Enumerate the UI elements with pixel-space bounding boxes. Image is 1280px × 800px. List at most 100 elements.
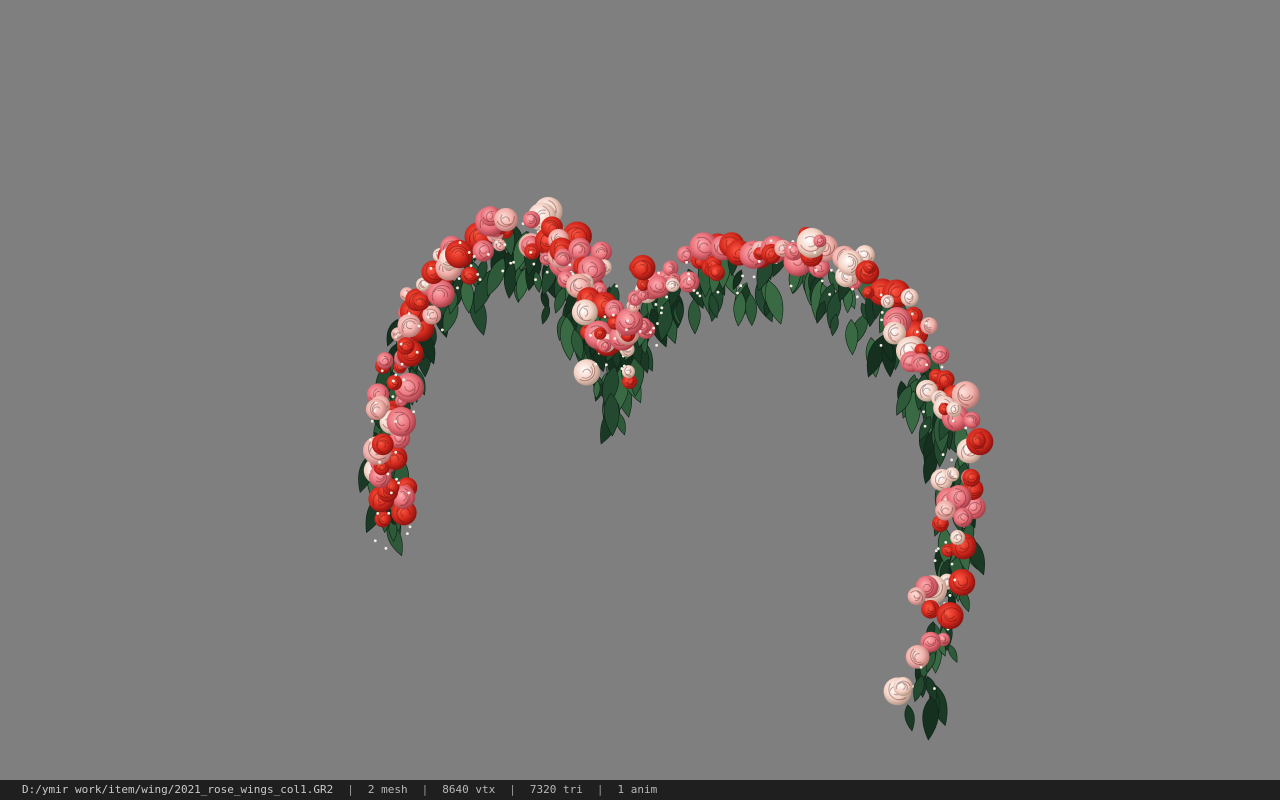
filler-flower [660, 306, 664, 310]
rose [708, 264, 725, 282]
filler-flower [879, 293, 883, 297]
filler-flower [851, 287, 854, 291]
filler-flower [386, 472, 390, 476]
filler-flower [503, 243, 507, 247]
filler-flower [476, 272, 480, 276]
filler-flower [594, 362, 598, 366]
filler-flower [389, 491, 393, 495]
rose [962, 468, 981, 487]
filler-flower [534, 278, 537, 282]
rose [594, 327, 607, 340]
filler-flower [692, 289, 696, 292]
mesh-count: 2 mesh [367, 783, 408, 796]
leaf [541, 304, 551, 325]
filler-flower [941, 453, 945, 456]
filler-flower [736, 291, 739, 295]
filler-flower [425, 282, 429, 286]
filler-flower [486, 253, 490, 256]
filler-flower [545, 270, 549, 274]
filler-flower [922, 410, 925, 414]
filler-flower [915, 330, 919, 334]
filler-flower [374, 401, 378, 405]
filler-flower [467, 251, 471, 254]
filler-flower [400, 362, 404, 366]
rose [630, 254, 656, 281]
separator: | [509, 783, 516, 796]
filler-flower [739, 284, 743, 288]
filler-flower [928, 346, 931, 350]
filler-flower [954, 475, 958, 478]
filler-flower [512, 260, 515, 264]
filler-flower [814, 268, 818, 272]
filler-flower [638, 330, 642, 333]
filler-flower [933, 559, 937, 563]
rose [950, 530, 966, 545]
rose [935, 500, 956, 521]
filler-flower [687, 277, 691, 281]
filler-flower [615, 284, 619, 288]
filler-flower [950, 458, 954, 462]
filler-flower [613, 337, 617, 340]
filler-flower [529, 251, 533, 254]
filler-flower [716, 290, 720, 294]
filler-flower [589, 333, 592, 337]
triangle-count: 7320 tri [529, 783, 583, 796]
leaf [904, 704, 915, 732]
filler-flower [397, 481, 400, 485]
filler-flower [373, 409, 377, 412]
filler-flower [940, 472, 944, 476]
rose [397, 313, 422, 338]
file-path: D:/ymir work/item/wing/2021_rose_wings_c… [22, 783, 334, 796]
filler-flower [408, 525, 412, 529]
filler-flower [440, 328, 444, 332]
rose [427, 279, 455, 308]
filler-flower [478, 278, 482, 281]
filler-flower [417, 324, 421, 328]
separator: | [596, 783, 604, 796]
filler-flower [469, 264, 473, 268]
anim-count: 1 anim [617, 783, 658, 796]
filler-flower [384, 546, 388, 550]
rose [948, 568, 976, 596]
filler-flower [654, 303, 658, 306]
roses-layer [363, 196, 994, 706]
filler-flower [813, 251, 817, 254]
filler-flower [373, 539, 377, 543]
filler-flower [649, 331, 652, 334]
filler-flower [830, 268, 833, 272]
filler-flower [923, 424, 927, 428]
filler-flower [367, 470, 371, 474]
rose [920, 317, 938, 335]
filler-flower [879, 343, 883, 347]
filler-flower [611, 313, 615, 317]
filler-flower [456, 286, 459, 290]
filler-flower [380, 369, 384, 373]
filler-flower [376, 511, 380, 515]
rose [911, 353, 931, 373]
rose [905, 644, 930, 669]
rose [386, 406, 417, 437]
rose [944, 467, 960, 482]
filler-flower [880, 311, 884, 314]
filler-flower [880, 318, 883, 322]
filler-flower [948, 594, 952, 597]
filler-flower [652, 326, 656, 330]
rose [953, 507, 973, 528]
filler-flower [457, 277, 461, 280]
filler-flower [665, 295, 669, 299]
separator: | [421, 783, 429, 796]
filler-flower [789, 284, 793, 288]
rose [444, 239, 474, 269]
filler-flower [828, 292, 832, 296]
filler-flower [788, 245, 792, 249]
rose [665, 278, 680, 292]
rose [494, 207, 518, 232]
rose [900, 288, 919, 307]
filler-flower [394, 335, 398, 339]
filler-flower [655, 343, 659, 347]
rose [907, 587, 926, 606]
filler-flower [407, 491, 411, 495]
filler-flower [924, 322, 928, 325]
3d-viewport[interactable] [0, 0, 1280, 780]
filler-flower [626, 319, 630, 323]
